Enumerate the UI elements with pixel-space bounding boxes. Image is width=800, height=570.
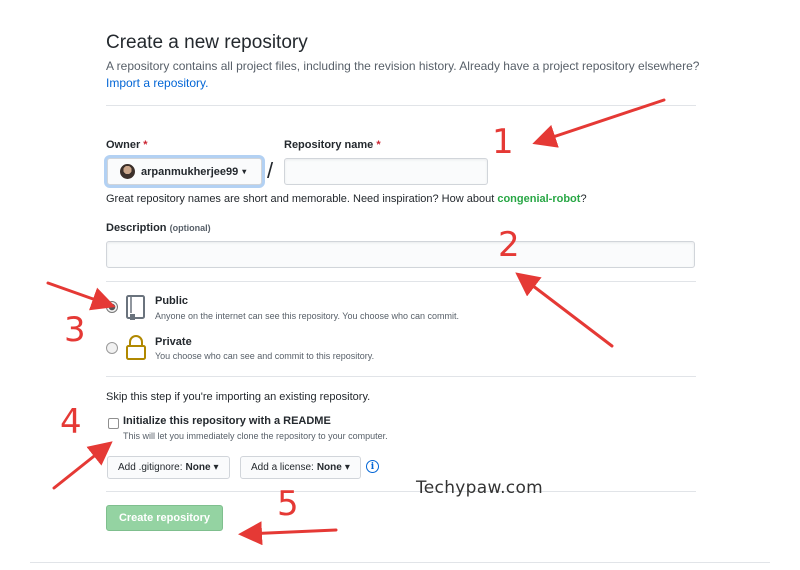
- annotation-arrows: [46, 98, 666, 546]
- arrow-2: [515, 272, 614, 348]
- arrow-1: [532, 98, 666, 148]
- arrow-5: [238, 521, 338, 546]
- arrow-4: [52, 441, 113, 490]
- arrow-3: [46, 281, 116, 311]
